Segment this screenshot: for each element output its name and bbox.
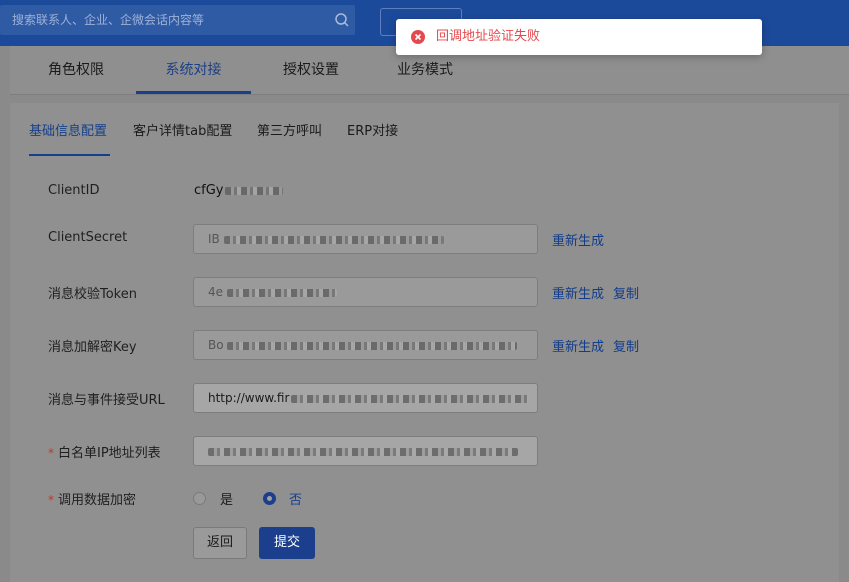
encryption-label-text: 调用数据加密	[58, 493, 137, 508]
search-input[interactable]	[12, 5, 322, 35]
callback-url-input[interactable]: http://www.fir	[193, 383, 538, 413]
client-id-label: ClientID	[48, 183, 100, 198]
masked-value	[291, 394, 530, 403]
subtab-erp[interactable]: ERP对接	[347, 103, 398, 155]
back-button[interactable]: 返回	[193, 527, 247, 559]
tab-system-integration[interactable]: 系统对接	[136, 46, 251, 94]
regenerate-secret-button[interactable]: 重新生成	[552, 230, 604, 249]
aes-key-text: Bo	[208, 338, 224, 352]
token-text: 4e	[208, 285, 224, 299]
client-secret-value: IB	[208, 225, 444, 253]
subtab-basic-info[interactable]: 基础信息配置	[29, 103, 107, 155]
regenerate-key-button[interactable]: 重新生成	[552, 336, 604, 355]
client-id-text: cfGy	[194, 183, 224, 198]
tab-authorization-settings[interactable]: 授权设置	[261, 46, 361, 94]
encryption-label: * 调用数据加密	[48, 489, 136, 508]
copy-key-button[interactable]: 复制	[613, 336, 639, 355]
ip-whitelist-value	[208, 437, 518, 465]
token-value: 4e	[208, 278, 337, 306]
masked-value	[227, 341, 518, 350]
encryption-yes-radio[interactable]	[193, 492, 206, 505]
aes-key-value: Bo	[208, 331, 518, 359]
client-secret-field: IB	[193, 224, 538, 254]
required-mark: *	[48, 493, 54, 507]
active-tab-indicator	[136, 91, 251, 94]
client-secret-text: IB	[208, 232, 220, 246]
token-field: 4e	[193, 277, 538, 307]
masked-value	[208, 447, 518, 456]
masked-value	[224, 186, 283, 195]
settings-panel: 基础信息配置 客户详情tab配置 第三方呼叫 ERP对接 ClientID cf…	[10, 103, 839, 582]
error-toast: 回调地址验证失败	[396, 19, 762, 55]
masked-value	[223, 235, 444, 244]
ip-whitelist-label: * 白名单IP地址列表	[48, 442, 161, 461]
token-label: 消息校验Token	[48, 287, 137, 302]
client-id-value: cfGy	[194, 183, 283, 198]
callback-url-value: http://www.fir	[208, 384, 530, 412]
regenerate-token-button[interactable]: 重新生成	[552, 283, 604, 302]
encryption-yes-label[interactable]: 是	[220, 489, 233, 508]
encryption-no-radio[interactable]	[263, 492, 276, 505]
callback-url-text: http://www.fir	[208, 391, 290, 405]
tab-role-permissions[interactable]: 角色权限	[26, 46, 126, 94]
active-subtab-indicator	[29, 154, 110, 156]
subtab-third-party-call[interactable]: 第三方呼叫	[257, 103, 322, 155]
client-secret-label: ClientSecret	[48, 230, 128, 245]
ip-whitelist-label-text: 白名单IP地址列表	[58, 446, 161, 461]
subtab-customer-detail-tab[interactable]: 客户详情tab配置	[133, 103, 232, 155]
encryption-no-label[interactable]: 否	[289, 489, 302, 508]
aes-key-label: 消息加解密Key	[48, 340, 137, 355]
callback-url-label: 消息与事件接受URL	[48, 393, 165, 408]
required-mark: *	[48, 446, 54, 460]
toast-message: 回调地址验证失败	[436, 29, 541, 44]
masked-value	[226, 288, 337, 297]
aes-key-field: Bo	[193, 330, 538, 360]
global-search	[0, 5, 355, 35]
copy-token-button[interactable]: 复制	[613, 283, 639, 302]
submit-button[interactable]: 提交	[259, 527, 315, 559]
search-icon[interactable]	[334, 12, 350, 28]
error-icon	[411, 30, 425, 44]
ip-whitelist-input[interactable]	[193, 436, 538, 466]
